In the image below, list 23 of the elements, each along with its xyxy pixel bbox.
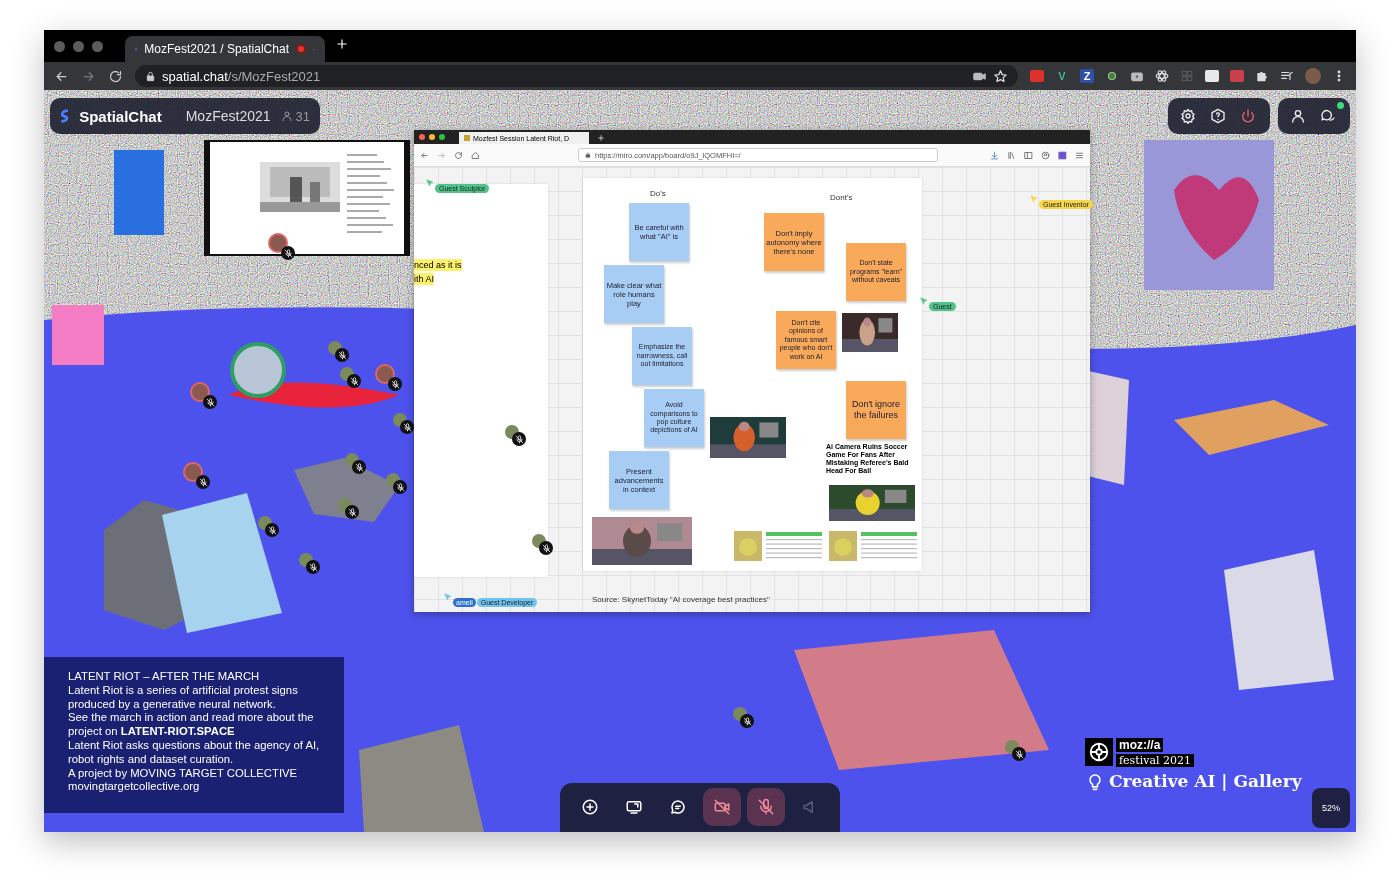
extension-icon[interactable]: V (1055, 69, 1069, 83)
highlighted-text: nced as it is (414, 259, 462, 271)
highlighted-text: ith AI (414, 273, 434, 285)
column-heading: Dont's (830, 193, 853, 202)
address-bar[interactable]: spatial.chat/s/MozFest2021 (135, 65, 1018, 87)
participant-count: 31 (295, 108, 310, 124)
browser-tab[interactable]: MozFest2021 / SpatialChat (125, 36, 325, 62)
festival-label: festival 2021 (1116, 754, 1194, 767)
zoom-level[interactable]: 52% (1312, 788, 1350, 828)
info-text: See the march in action and read more about the project on LATENT-RIOT.SPACE (68, 711, 315, 739)
info-text: A project by MOVING TARGET COLLECTIVE (68, 766, 299, 781)
brand-name: SpatialChat (79, 107, 162, 125)
info-text: Latent Riot asks questions about the agency of AI, robot rights and dataset curation. (68, 739, 320, 767)
room-title: Creative AI | Gallery (1109, 771, 1302, 791)
mozilla-wordmark: moz://a (1116, 738, 1164, 752)
space-name: MozFest2021 (185, 108, 271, 124)
info-text: Latent Riot is a series of artificial protest signs produced by a generative neural network. (68, 683, 299, 712)
source-caption: Source: SkynetToday "AI coverage best practices" (592, 595, 770, 604)
column-heading: Do's (650, 189, 666, 198)
info-title: LATENT RIOT – AFTER THE MARCH (68, 670, 261, 684)
sticky-note[interactable]: Don't ignore the failures (846, 381, 906, 439)
extension-icon[interactable]: Z (1080, 69, 1094, 83)
info-text: movingtargetcollective.org (68, 780, 201, 795)
